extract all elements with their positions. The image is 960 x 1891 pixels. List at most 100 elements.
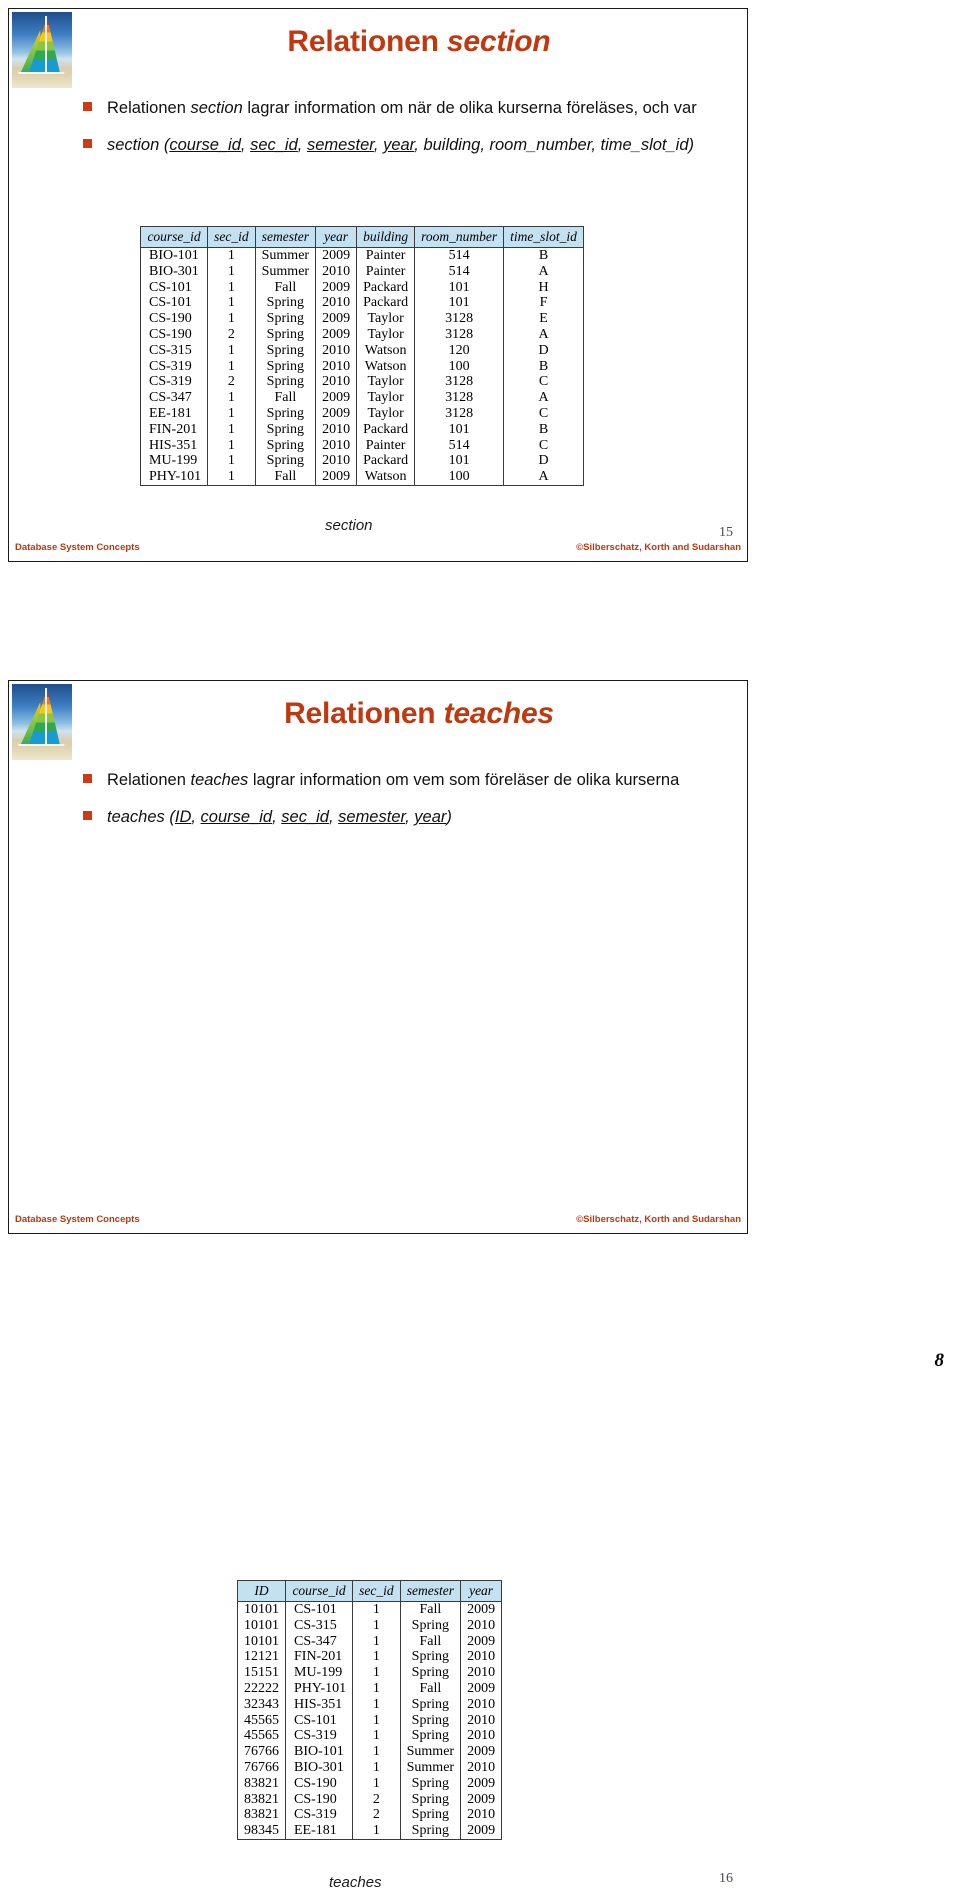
- cell-course_id: CS-190: [284, 1791, 354, 1808]
- cell-semester: Summer: [254, 246, 317, 264]
- cell-course_id: CS-319: [284, 1728, 354, 1745]
- cell-year: 2010: [460, 1617, 503, 1634]
- cell-ID: 76766: [237, 1759, 286, 1776]
- cell-semester: Spring: [399, 1807, 462, 1824]
- cell-sec_id: 1: [207, 469, 256, 486]
- bullet-item-schema: section (course_id, sec_id, semester, ye…: [77, 134, 707, 157]
- table-row: 12121 FIN-201 1 Spring 2010: [237, 1649, 503, 1666]
- page-title-plain: Relationen: [287, 25, 447, 58]
- column-header-sec_id: sec_id: [207, 226, 256, 248]
- cell-course_id: FIN-201: [284, 1649, 354, 1666]
- cell-year: 2009: [315, 469, 358, 486]
- cell-building: Taylor: [356, 405, 416, 422]
- schema-relation-name: section (: [107, 135, 170, 154]
- cell-room_number: 3128: [414, 311, 505, 327]
- column-header-sec_id: sec_id: [352, 1580, 401, 1602]
- table-header-row: ID course_id sec_id semester year: [237, 1580, 503, 1602]
- cell-time_slot_id: D: [503, 342, 584, 359]
- table-row: 83821 CS-190 1 Spring 2009: [237, 1775, 503, 1792]
- cell-semester: Fall: [399, 1633, 462, 1650]
- cell-ID: 45565: [237, 1712, 286, 1729]
- bullet-item: Relationen teaches lagrar information om…: [77, 769, 707, 792]
- cell-building: Taylor: [356, 390, 416, 406]
- cell-ID: 83821: [237, 1775, 286, 1792]
- sailboat-logo: [11, 683, 73, 761]
- cell-semester: Fall: [399, 1600, 462, 1618]
- cell-sec_id: 1: [207, 295, 256, 312]
- schema-attr-1: room_number: [489, 135, 592, 154]
- table-row: 76766 BIO-101 1 Summer 2009: [237, 1744, 503, 1760]
- cell-year: 2009: [460, 1775, 503, 1792]
- cell-semester: Spring: [254, 295, 317, 312]
- cell-course_id: PHY-101: [284, 1680, 354, 1697]
- cell-course_id: HIS-351: [284, 1696, 354, 1713]
- cell-course_id: BIO-301: [139, 263, 209, 280]
- page-title-emphasis: section: [446, 25, 551, 58]
- cell-semester: Spring: [254, 358, 317, 375]
- cell-course_id: BIO-301: [284, 1759, 354, 1776]
- column-header-building: building: [356, 226, 416, 248]
- cell-year: 2010: [460, 1649, 503, 1666]
- table-row: CS-101 1 Spring 2010 Packard 101 F: [139, 295, 584, 312]
- cell-year: 2010: [315, 342, 358, 359]
- cell-room_number: 3128: [414, 405, 505, 422]
- cell-sec_id: 1: [352, 1617, 401, 1634]
- cell-semester: Spring: [254, 311, 317, 327]
- cell-semester: Summer: [254, 263, 317, 280]
- cell-sec_id: 1: [352, 1649, 401, 1666]
- cell-building: Watson: [356, 358, 416, 375]
- cell-year: 2010: [460, 1712, 503, 1729]
- schema-key-0: course_id: [169, 135, 241, 154]
- column-header-time_slot_id: time_slot_id: [503, 226, 584, 248]
- cell-building: Taylor: [356, 374, 416, 391]
- cell-year: 2010: [460, 1728, 503, 1745]
- square-bullet-icon: [83, 810, 92, 820]
- cell-sec_id: 1: [207, 390, 256, 406]
- bullet-text-pre: Relationen: [107, 771, 191, 789]
- cell-room_number: 101: [414, 421, 505, 438]
- cell-time_slot_id: C: [503, 374, 584, 391]
- table-row: EE-181 1 Spring 2009 Taylor 3128 C: [139, 405, 584, 422]
- column-header-semester: semester: [399, 1580, 462, 1602]
- cell-year: 2009: [460, 1823, 503, 1840]
- cell-year: 2009: [315, 246, 358, 264]
- table-row: 76766 BIO-301 1 Summer 2010: [237, 1759, 503, 1776]
- cell-sec_id: 1: [352, 1775, 401, 1792]
- slide-footer: Database System Concepts ©Silberschatz, …: [9, 542, 747, 556]
- cell-course_id: EE-181: [139, 405, 209, 422]
- document-page-number: 8: [934, 1350, 945, 1371]
- bullet-list-section: Relationen section lagrar information om…: [77, 97, 707, 171]
- cell-semester: Spring: [399, 1649, 462, 1666]
- table-row: 83821 CS-190 2 Spring 2009: [237, 1791, 503, 1808]
- table-row: CS-319 2 Spring 2010 Taylor 3128 C: [139, 374, 584, 391]
- cell-sec_id: 1: [352, 1696, 401, 1713]
- cell-building: Packard: [356, 279, 416, 296]
- cell-semester: Summer: [399, 1759, 462, 1776]
- cell-building: Packard: [356, 453, 416, 470]
- cell-sec_id: 1: [352, 1728, 401, 1745]
- cell-room_number: 514: [414, 246, 505, 264]
- column-header-ID: ID: [237, 1580, 286, 1602]
- slide-footer: Database System Concepts ©Silberschatz, …: [9, 1214, 747, 1228]
- cell-semester: Spring: [254, 453, 317, 470]
- cell-sec_id: 1: [352, 1680, 401, 1697]
- cell-time_slot_id: F: [503, 295, 584, 312]
- cell-sec_id: 1: [207, 342, 256, 359]
- cell-course_id: HIS-351: [139, 437, 209, 454]
- cell-ID: 83821: [237, 1791, 286, 1808]
- cell-year: 2009: [315, 326, 358, 343]
- cell-building: Packard: [356, 295, 416, 312]
- cell-room_number: 514: [414, 263, 505, 280]
- cell-sec_id: 1: [207, 279, 256, 296]
- cell-time_slot_id: H: [503, 279, 584, 296]
- schema-key-1: course_id: [200, 807, 273, 826]
- cell-time_slot_id: A: [503, 263, 584, 280]
- cell-building: Packard: [356, 421, 416, 438]
- cell-year: 2010: [315, 453, 358, 470]
- footer-book-title: Database System Concepts: [15, 1214, 140, 1225]
- table-row: FIN-201 1 Spring 2010 Packard 101 B: [139, 421, 584, 438]
- table-row: 32343 HIS-351 1 Spring 2010: [237, 1696, 503, 1713]
- table-row: BIO-101 1 Summer 2009 Painter 514 B: [139, 246, 584, 264]
- cell-ID: 15151: [237, 1665, 286, 1681]
- cell-room_number: 100: [414, 358, 505, 375]
